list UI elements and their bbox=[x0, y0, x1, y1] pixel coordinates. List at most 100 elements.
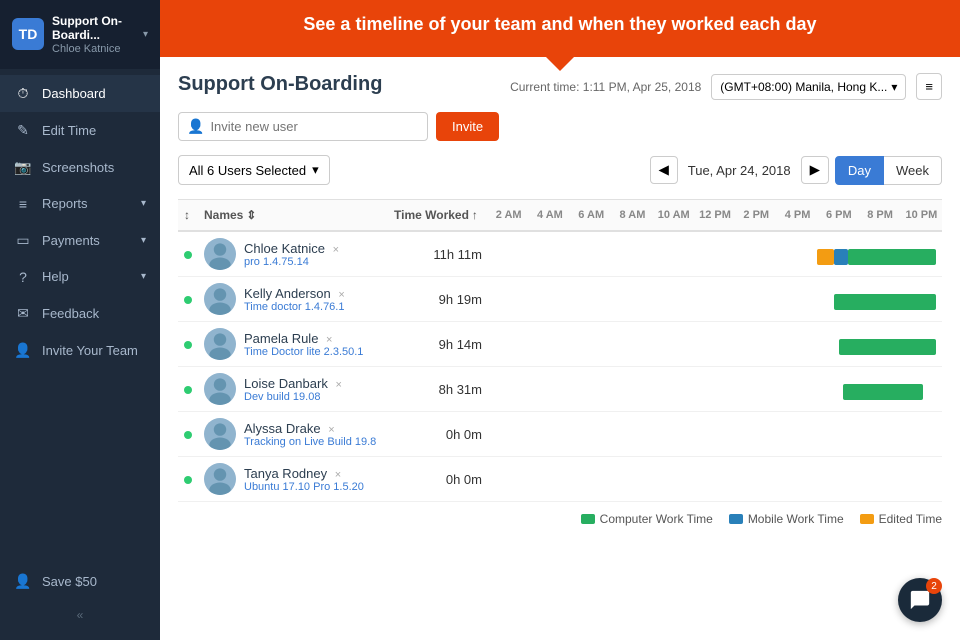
legend-mobile: Mobile Work Time bbox=[729, 512, 844, 526]
user-filter-select[interactable]: All 6 Users Selected ▾ bbox=[178, 155, 330, 185]
view-week-button[interactable]: Week bbox=[884, 156, 942, 185]
timezone-value: (GMT+08:00) Manila, Hong K... bbox=[720, 80, 887, 94]
user-info: Kelly Anderson × Time doctor 1.4.76.1 bbox=[244, 286, 345, 313]
chat-badge: 2 bbox=[926, 578, 942, 594]
timeline-bar bbox=[817, 249, 835, 265]
user-filter-label: All 6 Users Selected bbox=[189, 163, 306, 178]
th-time-worked[interactable]: Time Worked ↑ bbox=[388, 200, 488, 232]
table-row: Pamela Rule × Time Doctor lite 2.3.50.1 … bbox=[178, 322, 942, 367]
date-next-button[interactable]: ▶ bbox=[801, 156, 829, 184]
table-body: Chloe Katnice × pro 1.4.75.14 11h 11m Ke… bbox=[178, 231, 942, 502]
sidebar-item-payments[interactable]: ▭ Payments ▾ bbox=[0, 222, 160, 259]
user-sub: pro 1.4.75.14 bbox=[244, 256, 339, 268]
row-name-cell: Kelly Anderson × Time doctor 1.4.76.1 bbox=[198, 277, 388, 322]
edit-time-icon: ✎ bbox=[14, 122, 32, 139]
table-row: Tanya Rodney × Ubuntu 17.10 Pro 1.5.20 0… bbox=[178, 457, 942, 502]
row-timeline-cell bbox=[488, 322, 942, 367]
sidebar: TD Support On-Boardi... Chloe Katnice ▾ … bbox=[0, 0, 160, 640]
org-name: Support On-Boardi... bbox=[52, 14, 135, 43]
th-names[interactable]: Names ⇕ bbox=[198, 200, 388, 232]
timeline-bar bbox=[848, 249, 936, 265]
row-status-cell bbox=[178, 277, 198, 322]
row-time-cell: 8h 31m bbox=[388, 367, 488, 412]
legend-edited-dot bbox=[860, 514, 874, 524]
names-sort-icon: ⇕ bbox=[246, 208, 256, 222]
status-dot bbox=[184, 476, 192, 484]
status-dot bbox=[184, 296, 192, 304]
org-dropdown-icon[interactable]: ▾ bbox=[143, 29, 148, 40]
user-name: Pamela Rule × bbox=[244, 331, 363, 346]
sidebar-item-invite-team[interactable]: 👤 Invite Your Team bbox=[0, 332, 160, 369]
chat-bubble[interactable]: 2 bbox=[898, 578, 942, 622]
sidebar-item-label: Help bbox=[42, 269, 69, 284]
table-row: Alyssa Drake × Tracking on Live Build 19… bbox=[178, 412, 942, 457]
legend-row: Computer Work Time Mobile Work Time Edit… bbox=[178, 502, 942, 526]
row-status-cell bbox=[178, 457, 198, 502]
filter-icon-button[interactable]: ≡ bbox=[916, 73, 942, 100]
sidebar-bottom: 👤 Save $50 « bbox=[0, 563, 160, 640]
legend-mobile-dot bbox=[729, 514, 743, 524]
user-info: Loise Danbark × Dev build 19.08 bbox=[244, 376, 342, 403]
user-sub: Tracking on Live Build 19.8 bbox=[244, 436, 376, 448]
user-name: Chloe Katnice × bbox=[244, 241, 339, 256]
sidebar-item-label: Reports bbox=[42, 196, 88, 211]
sidebar-item-feedback[interactable]: ✉ Feedback bbox=[0, 295, 160, 332]
legend-computer: Computer Work Time bbox=[581, 512, 713, 526]
user-remove-button[interactable]: × bbox=[333, 244, 339, 256]
reports-arrow-icon: ▾ bbox=[141, 198, 146, 209]
user-sub: Time doctor 1.4.76.1 bbox=[244, 301, 345, 313]
date-prev-button[interactable]: ◀ bbox=[650, 156, 678, 184]
user-remove-button[interactable]: × bbox=[335, 469, 341, 481]
th-sort[interactable]: ↕ bbox=[178, 200, 198, 232]
row-time-cell: 9h 19m bbox=[388, 277, 488, 322]
avatar bbox=[204, 283, 236, 315]
user-remove-button[interactable]: × bbox=[338, 289, 344, 301]
sidebar-item-label: Screenshots bbox=[42, 160, 114, 175]
user-name: Alyssa Drake × bbox=[244, 421, 376, 436]
table-row: Loise Danbark × Dev build 19.08 8h 31m bbox=[178, 367, 942, 412]
sidebar-item-screenshots[interactable]: 📷 Screenshots bbox=[0, 149, 160, 186]
user-sub: Dev build 19.08 bbox=[244, 391, 342, 403]
invite-input[interactable] bbox=[210, 119, 419, 134]
table-row: Chloe Katnice × pro 1.4.75.14 11h 11m bbox=[178, 231, 942, 277]
payments-arrow-icon: ▾ bbox=[141, 235, 146, 246]
sidebar-item-reports[interactable]: ≡ Reports ▾ bbox=[0, 186, 160, 222]
legend-edited-label: Edited Time bbox=[879, 512, 942, 526]
sidebar-item-help[interactable]: ? Help ▾ bbox=[0, 259, 160, 295]
row-name-cell: Pamela Rule × Time Doctor lite 2.3.50.1 bbox=[198, 322, 388, 367]
main-content: See a timeline of your team and when the… bbox=[160, 0, 960, 640]
sidebar-item-dashboard[interactable]: ⏱ Dashboard bbox=[0, 75, 160, 112]
sidebar-item-save[interactable]: 👤 Save $50 bbox=[0, 563, 160, 600]
view-day-button[interactable]: Day bbox=[835, 156, 884, 185]
row-status-cell bbox=[178, 322, 198, 367]
table-row: Kelly Anderson × Time doctor 1.4.76.1 9h… bbox=[178, 277, 942, 322]
invite-button[interactable]: Invite bbox=[436, 112, 499, 141]
user-remove-button[interactable]: × bbox=[328, 424, 334, 436]
user-remove-button[interactable]: × bbox=[335, 379, 341, 391]
time-sort-icon: ↑ bbox=[472, 208, 478, 222]
sidebar-collapse-button[interactable]: « bbox=[0, 600, 160, 630]
user-info: Pamela Rule × Time Doctor lite 2.3.50.1 bbox=[244, 331, 363, 358]
sidebar-item-label: Payments bbox=[42, 233, 100, 248]
timezone-selector[interactable]: (GMT+08:00) Manila, Hong K... ▾ bbox=[711, 74, 906, 100]
hour-10am: 10 AM bbox=[653, 205, 694, 225]
hour-4am: 4 AM bbox=[529, 205, 570, 225]
timeline-bar bbox=[843, 384, 923, 400]
user-name: Tanya Rodney × bbox=[244, 466, 364, 481]
timezone-dropdown-icon: ▾ bbox=[891, 80, 897, 94]
timeline-bar bbox=[834, 249, 847, 265]
sidebar-item-edit-time[interactable]: ✎ Edit Time bbox=[0, 112, 160, 149]
user-name: Loise Danbark × bbox=[244, 376, 342, 391]
hour-6pm: 6 PM bbox=[818, 205, 859, 225]
sidebar-logo[interactable]: TD Support On-Boardi... Chloe Katnice ▾ bbox=[0, 0, 160, 69]
sidebar-item-label: Dashboard bbox=[42, 86, 106, 101]
row-status-cell bbox=[178, 412, 198, 457]
row-timeline-cell bbox=[488, 412, 942, 457]
user-remove-button[interactable]: × bbox=[326, 334, 332, 346]
banner: See a timeline of your team and when the… bbox=[160, 0, 960, 57]
logo-icon: TD bbox=[12, 18, 44, 50]
hour-10pm: 10 PM bbox=[901, 205, 942, 225]
feedback-icon: ✉ bbox=[14, 305, 32, 322]
filter-row: All 6 Users Selected ▾ ◀ Tue, Apr 24, 20… bbox=[178, 155, 942, 185]
content-header: Support On-Boarding Current time: 1:11 P… bbox=[178, 73, 942, 100]
